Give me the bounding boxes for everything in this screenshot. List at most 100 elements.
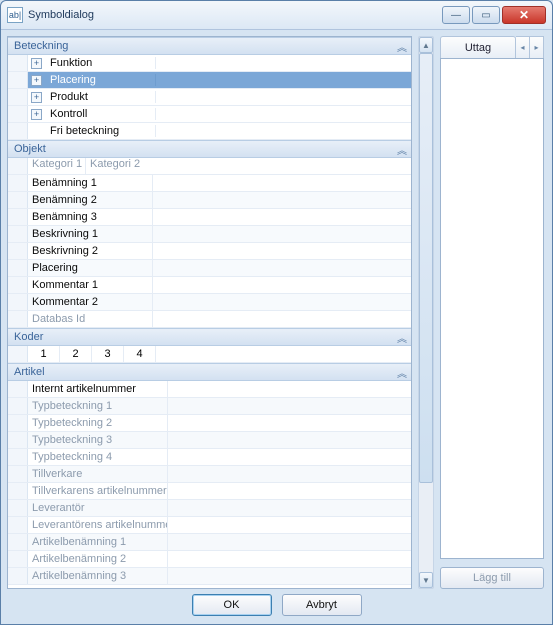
- row-value[interactable]: [168, 500, 411, 516]
- collapse-icon[interactable]: ︽: [397, 330, 405, 345]
- close-button[interactable]: ✕: [502, 6, 546, 24]
- koder-cell[interactable]: 4: [124, 346, 156, 362]
- row-gutter: [8, 106, 28, 122]
- artikel-row[interactable]: Artikelbenämning 2: [8, 551, 411, 568]
- koder-cell[interactable]: 1: [28, 346, 60, 362]
- artikel-row[interactable]: Typbeteckning 1: [8, 398, 411, 415]
- row-gutter: [8, 260, 28, 276]
- row-label: Beskrivning 1: [28, 226, 153, 242]
- scroll-down-button[interactable]: ▼: [419, 572, 433, 588]
- maximize-button[interactable]: ▭: [472, 6, 500, 24]
- expand-icon[interactable]: +: [31, 109, 42, 120]
- minimize-button[interactable]: —: [442, 6, 470, 24]
- artikel-row[interactable]: Typbeteckning 4: [8, 449, 411, 466]
- artikel-row[interactable]: Artikelbenämning 3: [8, 568, 411, 585]
- beteckning-row[interactable]: +Kontroll: [8, 106, 411, 123]
- row-value[interactable]: [168, 551, 411, 567]
- objekt-row[interactable]: Placering: [8, 260, 411, 277]
- row-gutter: [8, 568, 28, 584]
- row-gutter: [8, 381, 28, 397]
- cancel-button[interactable]: Avbryt: [282, 594, 362, 616]
- row-value[interactable]: [153, 226, 411, 242]
- koder-cell[interactable]: 3: [92, 346, 124, 362]
- vertical-scrollbar[interactable]: ▲ ▼: [418, 36, 434, 589]
- tab-scroll-left[interactable]: ◂: [516, 36, 530, 58]
- ok-button[interactable]: OK: [192, 594, 272, 616]
- row-label: Typbeteckning 1: [28, 398, 168, 414]
- objekt-row[interactable]: Kommentar 2: [8, 294, 411, 311]
- right-pane: [440, 58, 544, 559]
- section-header-koder[interactable]: Koder ︽: [8, 328, 411, 346]
- artikel-row[interactable]: Artikelbenämning 1: [8, 534, 411, 551]
- row-label: Produkt: [46, 91, 156, 103]
- expand-icon[interactable]: +: [31, 58, 42, 69]
- artikel-row[interactable]: Typbeteckning 3: [8, 432, 411, 449]
- objekt-row[interactable]: Beskrivning 2: [8, 243, 411, 260]
- collapse-icon[interactable]: ︽: [397, 142, 405, 157]
- title-bar: ab| Symboldialog — ▭ ✕: [1, 1, 552, 30]
- section-title: Objekt: [14, 143, 46, 155]
- row-value[interactable]: [153, 192, 411, 208]
- row-value[interactable]: [153, 260, 411, 276]
- objekt-row[interactable]: Beskrivning 1: [8, 226, 411, 243]
- artikel-row[interactable]: Internt artikelnummer: [8, 381, 411, 398]
- row-label: Internt artikelnummer: [28, 381, 168, 397]
- row-gutter: [8, 311, 28, 327]
- beteckning-row[interactable]: + Funktion: [8, 55, 411, 72]
- scroll-thumb[interactable]: [419, 53, 433, 483]
- row-value[interactable]: [153, 209, 411, 225]
- artikel-row[interactable]: Tillverkare: [8, 466, 411, 483]
- add-button[interactable]: Lägg till: [440, 567, 544, 589]
- artikel-row[interactable]: Typbeteckning 2: [8, 415, 411, 432]
- row-value[interactable]: [168, 483, 411, 499]
- artikel-row[interactable]: Leverantör: [8, 500, 411, 517]
- row-gutter: [8, 466, 28, 482]
- section-header-objekt[interactable]: Objekt ︽: [8, 140, 411, 158]
- row-gutter: [8, 517, 28, 533]
- koder-row[interactable]: 1234: [8, 346, 411, 363]
- row-value[interactable]: [168, 466, 411, 482]
- window-controls: — ▭ ✕: [442, 6, 546, 24]
- koder-cell[interactable]: 2: [60, 346, 92, 362]
- objekt-row[interactable]: Databas Id: [8, 311, 411, 328]
- scroll-up-button[interactable]: ▲: [419, 37, 433, 53]
- section-header-artikel[interactable]: Artikel ︽: [8, 363, 411, 381]
- row-value[interactable]: [168, 534, 411, 550]
- row-value[interactable]: [168, 381, 411, 397]
- row-value[interactable]: [168, 568, 411, 584]
- tab-scroll-right[interactable]: ▸: [530, 36, 544, 58]
- row-value[interactable]: [153, 294, 411, 310]
- artikel-row[interactable]: Tillverkarens artikelnummer: [8, 483, 411, 500]
- objekt-row[interactable]: Benämning 1: [8, 175, 411, 192]
- row-label: Typbeteckning 4: [28, 449, 168, 465]
- right-tabbar: Uttag ◂ ▸: [440, 36, 544, 58]
- row-value[interactable]: [168, 517, 411, 533]
- beteckning-row[interactable]: + Produkt: [8, 89, 411, 106]
- tab-uttag[interactable]: Uttag: [440, 36, 516, 58]
- section-header-beteckning[interactable]: Beteckning ︽: [8, 37, 411, 55]
- artikel-row[interactable]: Leverantörens artikelnummer: [8, 517, 411, 534]
- row-gutter: [8, 346, 28, 362]
- row-value[interactable]: [168, 398, 411, 414]
- row-value[interactable]: [168, 449, 411, 465]
- main-property-grid[interactable]: Beteckning ︽ +Funktion+Placering+Produkt…: [7, 36, 412, 589]
- row-value[interactable]: [153, 277, 411, 293]
- section-title: Artikel: [14, 366, 45, 378]
- row-label: Funktion: [46, 57, 156, 69]
- expand-icon[interactable]: +: [31, 75, 42, 86]
- beteckning-row[interactable]: +Placering: [8, 72, 411, 89]
- objekt-row[interactable]: Benämning 3: [8, 209, 411, 226]
- beteckning-row[interactable]: Fri beteckning: [8, 123, 411, 140]
- row-value[interactable]: [168, 432, 411, 448]
- row-value[interactable]: [153, 175, 411, 191]
- objekt-row[interactable]: Kommentar 1: [8, 277, 411, 294]
- objekt-row[interactable]: Benämning 2: [8, 192, 411, 209]
- collapse-icon[interactable]: ︽: [397, 39, 405, 54]
- row-value[interactable]: [153, 243, 411, 259]
- collapse-icon[interactable]: ︽: [397, 365, 405, 380]
- expand-icon[interactable]: +: [31, 92, 42, 103]
- row-value[interactable]: [153, 311, 411, 327]
- scroll-track[interactable]: [419, 53, 433, 572]
- row-label: Fri beteckning: [46, 125, 156, 137]
- row-value[interactable]: [168, 415, 411, 431]
